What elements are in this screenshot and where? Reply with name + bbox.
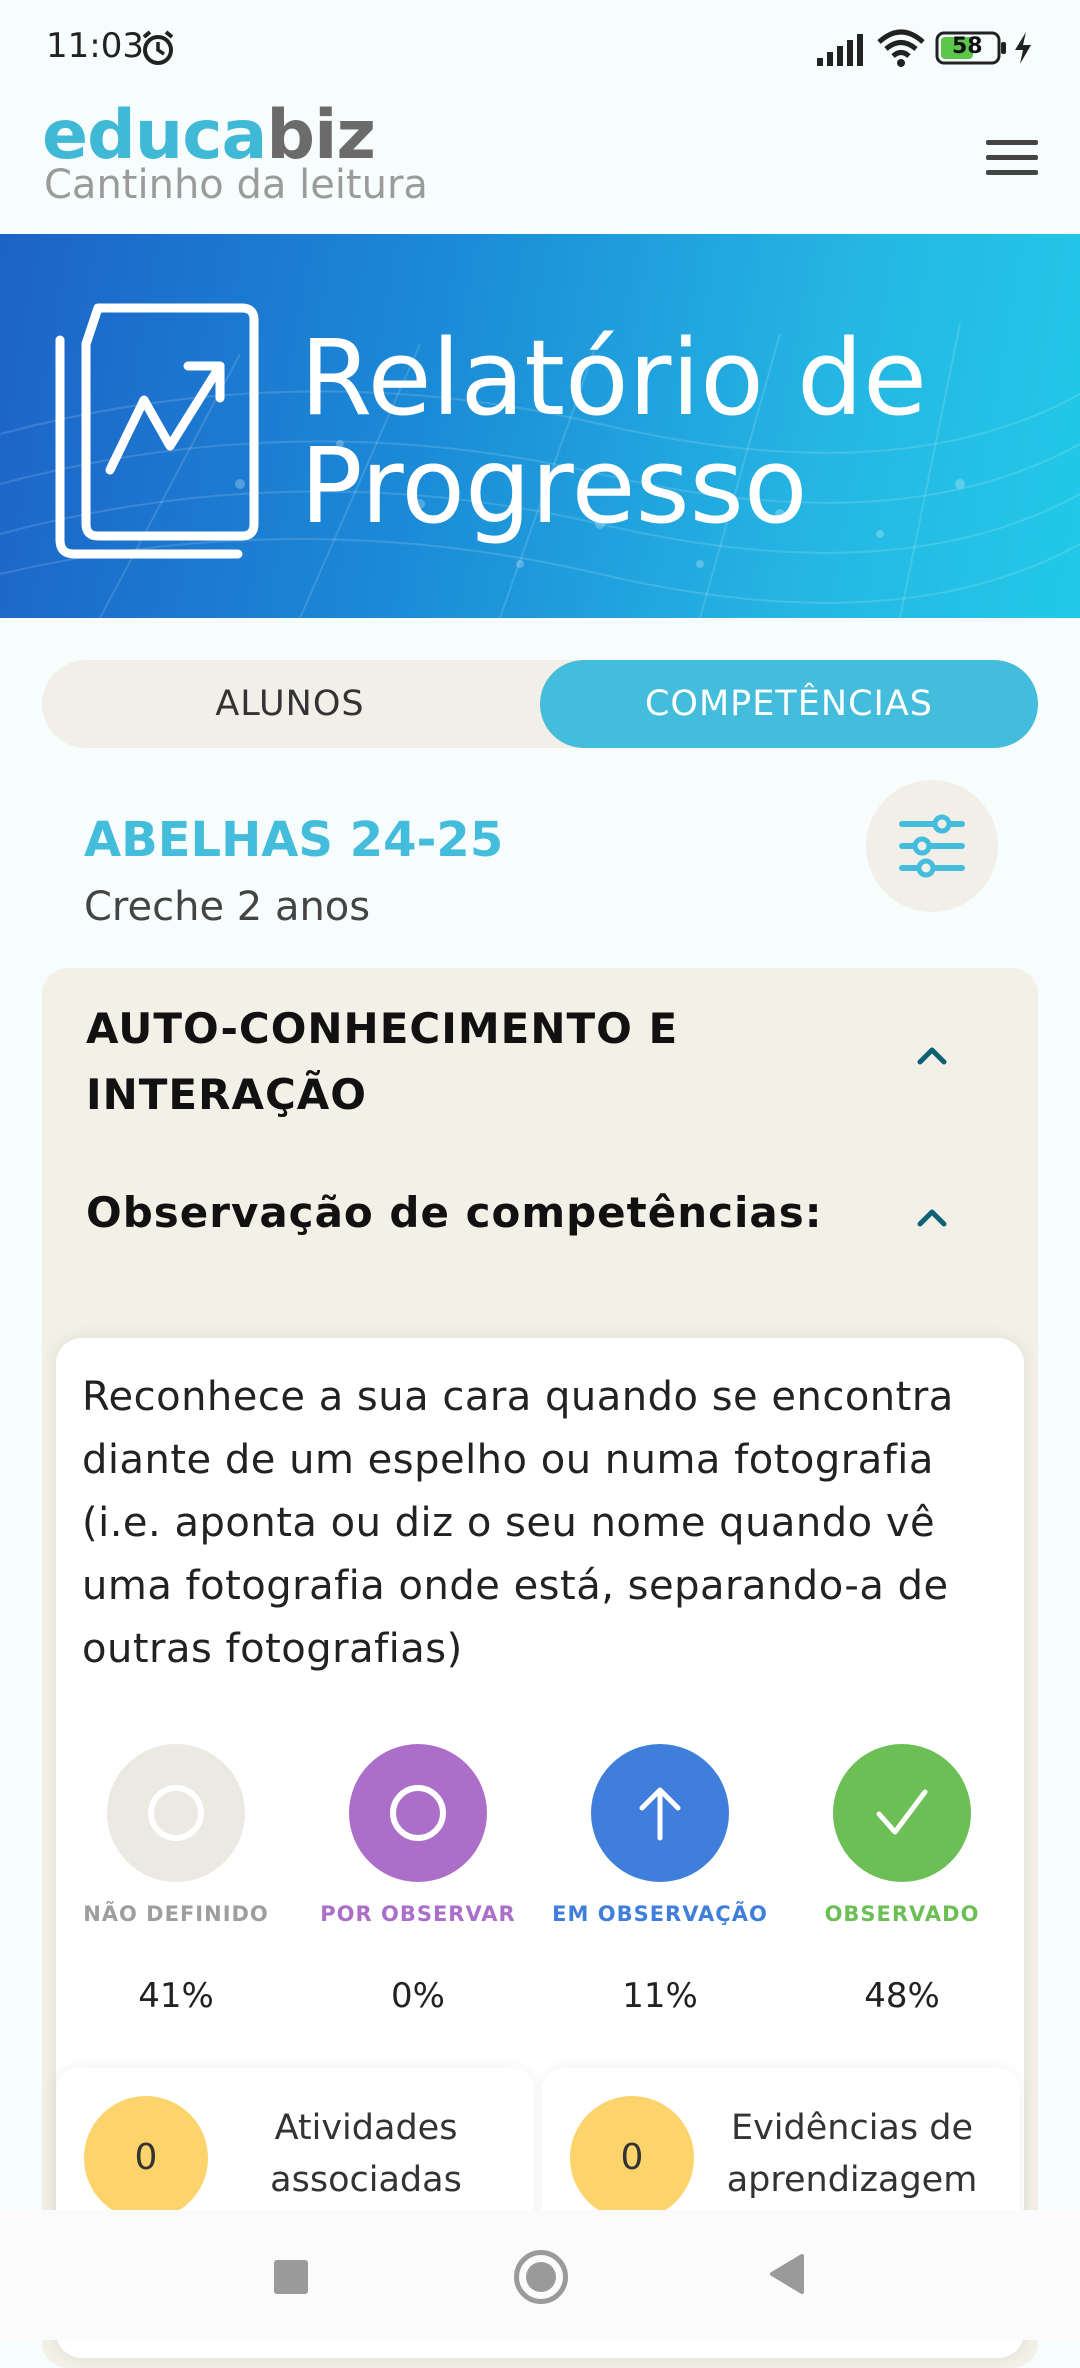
observation-title[interactable]: Observação de competências: bbox=[86, 1188, 823, 1237]
view-tabs: ALUNOS COMPETÊNCIAS bbox=[42, 660, 1038, 748]
back-button[interactable] bbox=[766, 2252, 806, 2296]
menu-line bbox=[986, 155, 1038, 160]
status-circle bbox=[833, 1744, 971, 1882]
tab-alunos[interactable]: ALUNOS bbox=[42, 660, 538, 748]
signal-icon bbox=[817, 34, 863, 66]
status-por-observar[interactable]: POR OBSERVAR 0% bbox=[298, 1744, 538, 2016]
competency-description: Reconhece a sua cara quando se encontra … bbox=[82, 1374, 954, 1672]
status-bar: 11:03 58 bbox=[0, 0, 1080, 90]
activities-label: Atividades associadas bbox=[270, 2108, 462, 2200]
recent-apps-button[interactable] bbox=[274, 2260, 308, 2294]
system-navigation-bar bbox=[0, 2210, 1080, 2340]
competency-card: Reconhece a sua cara quando se encontra … bbox=[56, 1338, 1024, 2358]
chevron-up-icon[interactable] bbox=[916, 1044, 948, 1066]
home-button[interactable] bbox=[514, 2250, 568, 2304]
status-em-observacao[interactable]: EM OBSERVAÇÃO 11% bbox=[540, 1744, 780, 2016]
status-percent: 0% bbox=[391, 1976, 445, 2016]
status-circle bbox=[349, 1744, 487, 1882]
status-percent: 48% bbox=[864, 1976, 940, 2016]
menu-line bbox=[986, 140, 1038, 145]
status-label: NÃO DEFINIDO bbox=[83, 1902, 269, 1926]
charging-icon bbox=[1015, 32, 1031, 64]
class-group-level: Creche 2 anos bbox=[84, 884, 371, 930]
check-icon bbox=[876, 1789, 928, 1835]
status-label: OBSERVADO bbox=[824, 1902, 980, 1926]
alarm-icon bbox=[142, 30, 174, 65]
status-observado[interactable]: OBSERVADO 48% bbox=[782, 1744, 1022, 2016]
school-name: Cantinho da leitura bbox=[44, 162, 428, 208]
status-nao-definido[interactable]: NÃO DEFINIDO 41% bbox=[56, 1744, 296, 2016]
app-header: educabiz Cantinho da leitura bbox=[0, 90, 1080, 234]
progress-report-icon bbox=[55, 303, 259, 559]
circle-outline-icon bbox=[148, 1785, 204, 1841]
battery-level: 58 bbox=[952, 34, 983, 59]
status-percent: 11% bbox=[622, 1976, 698, 2016]
tab-competencias[interactable]: COMPETÊNCIAS bbox=[540, 660, 1038, 748]
status-circle bbox=[591, 1744, 729, 1882]
sliders-icon bbox=[899, 814, 965, 878]
status-percent: 41% bbox=[138, 1976, 214, 2016]
evidences-count-badge: 0 bbox=[570, 2096, 694, 2220]
arrow-up-icon bbox=[639, 1787, 681, 1841]
report-banner: Relatório de Progresso bbox=[0, 234, 1080, 618]
competency-area-title[interactable]: AUTO-CONHECIMENTO E INTERAÇÃO bbox=[86, 996, 886, 1128]
class-group-name: ABELHAS 24-25 bbox=[84, 812, 504, 868]
menu-line bbox=[986, 170, 1038, 175]
chevron-up-icon[interactable] bbox=[916, 1206, 948, 1228]
status-label: POR OBSERVAR bbox=[320, 1902, 516, 1926]
wifi-icon bbox=[877, 29, 925, 67]
hamburger-menu-button[interactable] bbox=[986, 140, 1038, 180]
filter-button[interactable] bbox=[866, 780, 998, 912]
circle-outline-icon bbox=[390, 1785, 446, 1841]
activities-count-badge: 0 bbox=[84, 2096, 208, 2220]
evidences-label: Evidências de aprendizagem bbox=[726, 2108, 978, 2200]
status-circle bbox=[107, 1744, 245, 1882]
status-time: 11:03 bbox=[46, 26, 144, 66]
status-label: EM OBSERVAÇÃO bbox=[552, 1902, 768, 1926]
page-title: Relatório de Progresso bbox=[300, 317, 927, 547]
